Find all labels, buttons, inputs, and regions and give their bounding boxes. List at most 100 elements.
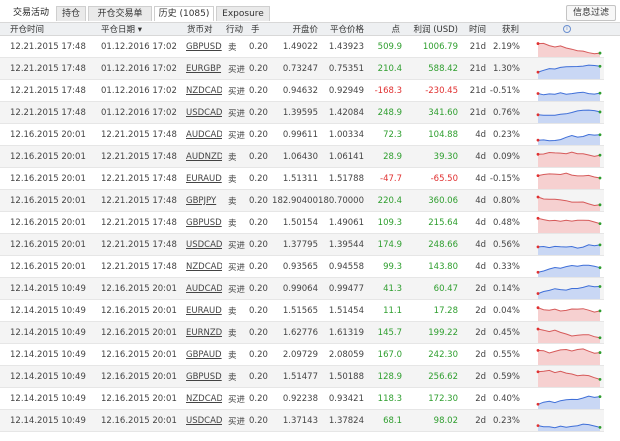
cell-duration: 2d [475,415,486,426]
table-row[interactable]: 12.14.2015 10:49 12.16.2015 20:01 AUDCAD 买进… [0,278,620,300]
info-icon[interactable]: i [563,25,571,33]
cell-symbol[interactable]: GBPUSD [186,372,222,382]
cell-symbol[interactable]: USDCAD [186,240,222,250]
cell-lots: 0.20 [249,349,268,360]
col-close-date[interactable]: 平仓日期 ▾ [101,23,171,35]
col-symbol[interactable]: 货币对 [187,23,221,35]
table-row[interactable]: 12.16.2015 20:01 12.21.2015 17:48 NZDCAD 买进… [0,256,620,278]
cell-open-price: 1.51477 [282,371,318,382]
col-open-time[interactable]: 开仓时间 [10,23,80,35]
table-row[interactable]: 12.16.2015 20:01 12.21.2015 17:48 GBPUSD 卖 0… [0,212,620,234]
cell-symbol[interactable]: NZDCAD [186,86,222,96]
sparkline-start-dot [536,92,540,95]
table-row[interactable]: 12.16.2015 20:01 12.21.2015 17:48 EURAUD 卖 0… [0,168,620,190]
cell-open-price: 0.99064 [282,283,318,294]
cell-gain: -0.15% [490,173,520,184]
table-row[interactable]: 12.14.2015 10:49 12.16.2015 20:01 NZDCAD 买进… [0,388,620,410]
col-profit[interactable]: 利润 (USD) [410,23,459,35]
cell-open-time: 12.14.2015 10:49 [10,393,86,404]
cell-gain: 0.76% [492,107,520,118]
tab-trade-activity[interactable]: 交易活动 [4,6,58,21]
cell-symbol[interactable]: GBPUSD [186,42,222,52]
cell-profit: 143.80 [428,261,458,272]
sparkline-end-dot [598,110,602,114]
cell-action: 卖 [228,328,237,339]
col-close-price[interactable]: 平仓价格 [326,23,364,35]
cell-profit: 242.30 [428,349,458,360]
cell-open-time: 12.16.2015 20:01 [10,129,86,140]
table-row[interactable]: 12.14.2015 10:49 12.16.2015 20:01 GBPUSD 卖 0… [0,366,620,388]
cell-profit: 256.62 [428,371,458,382]
table-row[interactable]: 12.14.2015 10:49 12.16.2015 20:01 EURAUD 卖 0… [0,300,620,322]
col-gain[interactable]: 获利 [495,23,519,35]
cell-symbol[interactable]: GBPUSD [186,218,222,228]
cell-action: 卖 [228,218,237,229]
trade-sparkline [536,91,602,101]
cell-close-date: 12.16.2015 20:01 [101,305,177,316]
cell-profit: 1006.79 [422,41,458,52]
cell-open-price: 1.39595 [282,107,318,118]
sparkline-end-dot [598,395,602,399]
sparkline-end-dot [598,51,602,55]
table-row[interactable]: 12.16.2015 20:01 12.21.2015 17:48 AUDCAD 买进… [0,124,620,146]
trade-sparkline [536,285,602,299]
trade-sparkline [536,395,602,409]
table-row[interactable]: 12.16.2015 20:01 12.21.2015 17:48 AUDNZD 卖 0… [0,146,620,168]
cell-symbol[interactable]: NZDCAD [186,394,222,404]
cell-symbol[interactable]: NZDCAD [186,262,222,272]
cell-symbol[interactable]: GBPAUD [186,350,222,360]
table-row[interactable]: 12.21.2015 17:48 01.12.2016 17:02 EURGBP 买进… [0,58,620,80]
col-lots[interactable]: 手 [251,23,265,35]
col-duration[interactable]: 时间 [466,23,486,35]
cell-symbol[interactable]: EURNZD [186,328,222,338]
cell-symbol[interactable]: AUDCAD [186,284,222,294]
cell-symbol[interactable]: USDCAD [186,108,222,118]
cell-close-price: 2.08059 [328,349,364,360]
cell-points: 128.9 [377,371,402,382]
cell-symbol[interactable]: EURAUD [186,174,222,184]
filter-button[interactable]: 信息过滤 [565,5,616,21]
col-open-price[interactable]: 开盘价 [280,23,318,35]
cell-profit: 360.06 [428,195,458,206]
cell-duration: 21d [469,41,486,52]
table-row[interactable]: 12.14.2015 10:49 12.16.2015 20:01 GBPAUD 卖 0… [0,344,620,366]
cell-symbol[interactable]: EURAUD [186,306,222,316]
table-row[interactable]: 12.16.2015 20:01 12.21.2015 17:48 USDCAD 买进… [0,234,620,256]
cell-open-time: 12.14.2015 10:49 [10,283,86,294]
tab-history[interactable]: 历史 (1085) [154,6,214,21]
sparkline-area [538,265,600,277]
sparkline-area [538,285,600,299]
cell-symbol[interactable]: EURGBP [186,64,221,74]
tab-positions[interactable]: 持仓 [56,6,86,21]
cell-symbol[interactable]: USDCAD [186,416,222,426]
cell-lots: 0.20 [249,305,268,316]
table-row[interactable]: 12.14.2015 10:49 12.16.2015 20:01 USDCAD 买进… [0,410,620,432]
cell-symbol[interactable]: AUDNZD [186,152,222,162]
cell-points: 118.3 [377,393,402,404]
cell-symbol[interactable]: GBPJPY [186,196,216,206]
cell-points: 167.0 [377,349,402,360]
trade-sparkline [536,172,602,189]
table-row[interactable]: 12.21.2015 17:48 01.12.2016 17:02 USDCAD 买进… [0,102,620,124]
cell-open-price: 1.49022 [282,41,318,52]
cell-close-price: 0.93421 [328,393,364,404]
cell-open-time: 12.21.2015 17:48 [10,63,86,74]
col-points[interactable]: 点 [385,23,400,35]
col-action[interactable]: 行动 [226,23,248,35]
cell-close-price: 1.51788 [328,173,364,184]
table-row[interactable]: 12.21.2015 17:48 01.12.2016 17:02 NZDCAD 买进… [0,80,620,102]
sparkline-end-dot [598,309,602,313]
sparkline-start-dot [536,270,540,274]
sparkline-start-dot [536,402,540,406]
cell-points: 28.9 [383,151,402,162]
table-row[interactable]: 12.14.2015 10:49 12.16.2015 20:01 EURNZD 卖 0… [0,322,620,344]
cell-symbol[interactable]: AUDCAD [186,130,222,140]
table-row[interactable]: 12.21.2015 17:48 01.12.2016 17:02 GBPUSD 卖 0… [0,36,620,58]
cell-lots: 0.20 [249,327,268,338]
scrollbar[interactable] [604,36,620,441]
table-row[interactable]: 12.16.2015 20:01 12.21.2015 17:48 GBPJPY 卖 0… [0,190,620,212]
sparkline-start-dot [536,370,540,374]
tab-open-orders[interactable]: 开仓交易单 [88,6,152,21]
tab-exposure[interactable]: Exposure [216,6,270,21]
cell-close-price: 180.70000 [318,195,364,206]
